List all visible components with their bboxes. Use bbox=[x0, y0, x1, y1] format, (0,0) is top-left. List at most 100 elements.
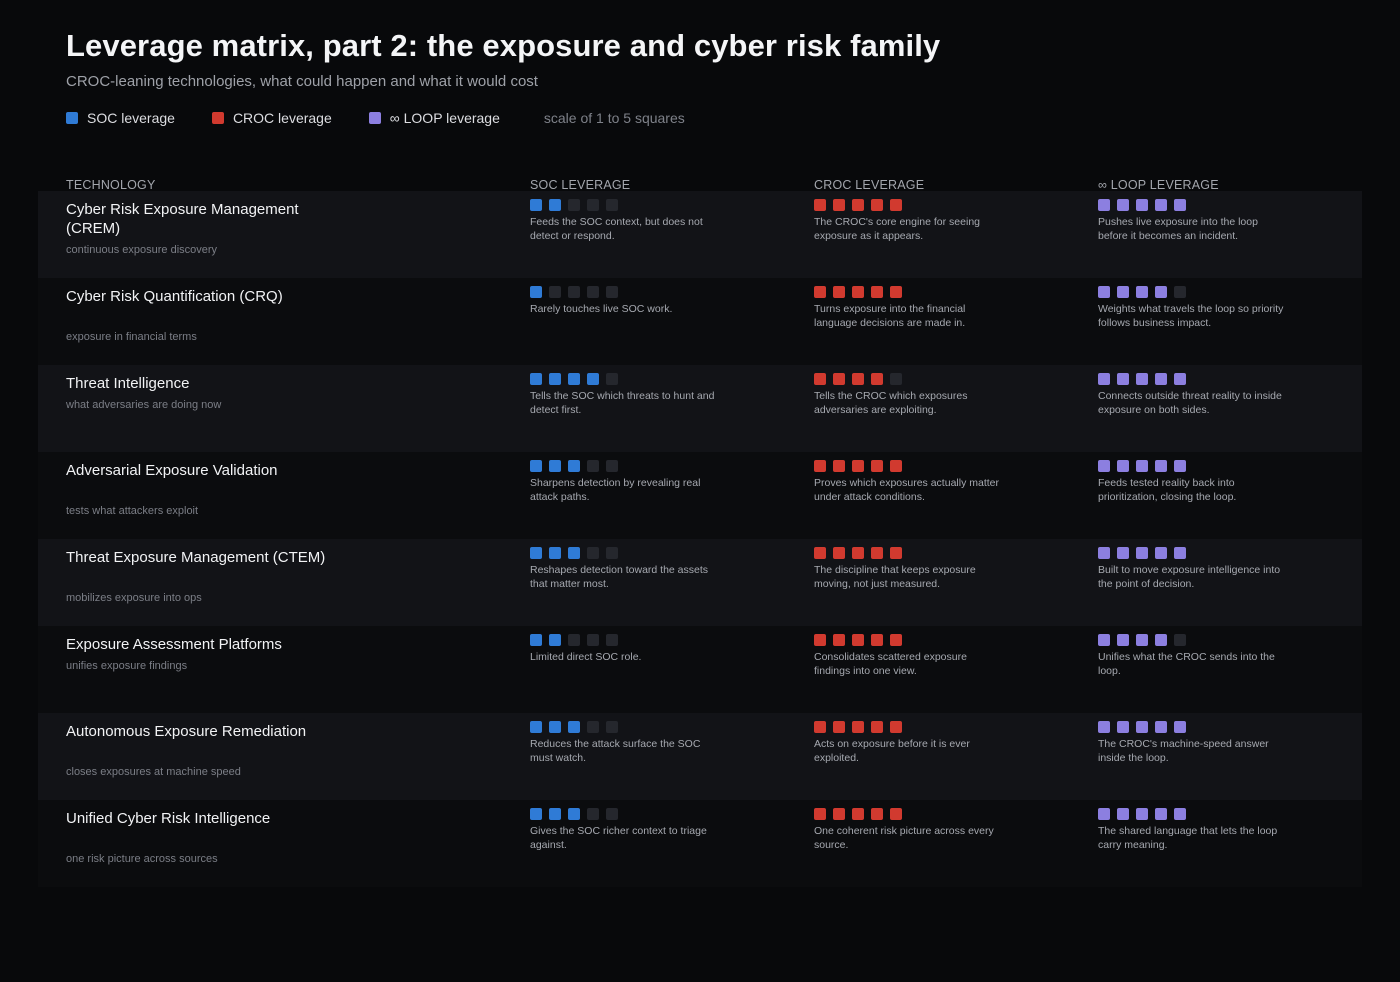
loop-square-filled bbox=[1098, 634, 1110, 646]
loop-square-filled bbox=[1117, 373, 1129, 385]
loop-square-filled bbox=[1136, 808, 1148, 820]
soc-square-filled bbox=[530, 634, 542, 646]
legend-label-croc: CROC leverage bbox=[232, 110, 332, 126]
croc-square-filled bbox=[833, 808, 845, 820]
croc-leverage-note: Proves which exposures actually matter u… bbox=[814, 477, 999, 503]
croc-square-filled bbox=[890, 721, 902, 733]
soc-leverage-rating bbox=[530, 373, 720, 385]
soc-leverage-rating bbox=[530, 721, 720, 733]
croc-square-filled bbox=[852, 373, 864, 385]
soc-leverage-note: Tells the SOC which threats to hunt and … bbox=[530, 390, 715, 416]
soc-square-filled bbox=[530, 373, 542, 385]
soc-square-filled bbox=[530, 721, 542, 733]
technology-name: Threat Exposure Management (CTEM) bbox=[66, 549, 326, 566]
soc-square-filled bbox=[530, 199, 542, 211]
loop-leverage-note: Weights what travels the loop so priorit… bbox=[1098, 303, 1284, 329]
loop-square-filled bbox=[1174, 808, 1186, 820]
soc-leverage-cell: Gives the SOC richer context to triage a… bbox=[530, 808, 720, 852]
soc-square-filled bbox=[530, 547, 542, 559]
loop-square-filled bbox=[1174, 199, 1186, 211]
croc-leverage-cell: Consolidates scattered exposure findings… bbox=[814, 634, 1004, 678]
loop-square-filled bbox=[1155, 286, 1167, 298]
loop-square-filled bbox=[1155, 547, 1167, 559]
loop-leverage-cell: Built to move exposure intelligence into… bbox=[1098, 547, 1288, 591]
croc-square-filled bbox=[871, 547, 883, 559]
croc-square-filled bbox=[871, 808, 883, 820]
croc-square-filled bbox=[852, 808, 864, 820]
croc-leverage-note: Consolidates scattered exposure findings… bbox=[814, 651, 967, 677]
soc-square-filled bbox=[549, 373, 561, 385]
soc-square-empty bbox=[587, 460, 599, 472]
technology-subtitle: what adversaries are doing now bbox=[66, 399, 222, 411]
loop-leverage-cell: Feeds tested reality back into prioritiz… bbox=[1098, 460, 1288, 504]
croc-square-filled bbox=[814, 373, 826, 385]
soc-square-filled bbox=[530, 808, 542, 820]
croc-square-filled bbox=[852, 634, 864, 646]
croc-leverage-rating bbox=[814, 286, 1004, 298]
loop-square-filled bbox=[1136, 286, 1148, 298]
soc-square-empty bbox=[549, 286, 561, 298]
loop-leverage-rating bbox=[1098, 373, 1288, 385]
soc-leverage-cell: Reshapes detection toward the assets tha… bbox=[530, 547, 720, 591]
loop-square-filled bbox=[1155, 460, 1167, 472]
soc-leverage-note: Sharpens detection by revealing real att… bbox=[530, 477, 701, 503]
loop-leverage-cell: Pushes live exposure into the loop befor… bbox=[1098, 199, 1288, 243]
soc-square-filled bbox=[549, 808, 561, 820]
croc-leverage-note: Acts on exposure before it is ever explo… bbox=[814, 738, 970, 764]
soc-square-filled bbox=[568, 373, 580, 385]
croc-leverage-cell: Proves which exposures actually matter u… bbox=[814, 460, 1004, 504]
soc-leverage-rating bbox=[530, 808, 720, 820]
soc-square-filled bbox=[587, 373, 599, 385]
legend-item-loop: ∞ LOOP leverage bbox=[368, 110, 500, 126]
technology-name: Exposure Assessment Platforms bbox=[66, 636, 282, 653]
soc-square-filled bbox=[549, 721, 561, 733]
table-row: Adversarial Exposure Validation tests wha… bbox=[38, 452, 1362, 539]
loop-leverage-rating bbox=[1098, 547, 1288, 559]
loop-square-filled bbox=[1155, 634, 1167, 646]
croc-square-filled bbox=[871, 460, 883, 472]
croc-square-filled bbox=[852, 547, 864, 559]
croc-square-filled bbox=[833, 199, 845, 211]
soc-square-empty bbox=[606, 286, 618, 298]
soc-leverage-note: Gives the SOC richer context to triage a… bbox=[530, 825, 707, 851]
croc-square-filled bbox=[871, 373, 883, 385]
technology-name: Threat Intelligence bbox=[66, 375, 190, 392]
loop-square-filled bbox=[1174, 460, 1186, 472]
croc-square-filled bbox=[833, 460, 845, 472]
legend-label-soc: SOC leverage bbox=[87, 110, 175, 126]
croc-leverage-note: The discipline that keeps exposure movin… bbox=[814, 564, 976, 590]
loop-square-filled bbox=[1136, 547, 1148, 559]
croc-square-filled bbox=[890, 199, 902, 211]
soc-leverage-rating bbox=[530, 460, 720, 472]
column-header-croc: CROC LEVERAGE bbox=[814, 178, 925, 192]
croc-leverage-rating bbox=[814, 721, 1004, 733]
soc-leverage-cell: Limited direct SOC role. bbox=[530, 634, 720, 664]
soc-leverage-cell: Rarely touches live SOC work. bbox=[530, 286, 720, 316]
soc-leverage-note: Feeds the SOC context, but does not dete… bbox=[530, 216, 703, 242]
technology-subtitle: mobilizes exposure into ops bbox=[66, 592, 202, 604]
soc-leverage-note: Limited direct SOC role. bbox=[530, 651, 642, 663]
loop-leverage-note: Unifies what the CROC sends into the loo… bbox=[1098, 651, 1275, 677]
croc-square-filled bbox=[814, 721, 826, 733]
soc-square-empty bbox=[587, 547, 599, 559]
croc-square-filled bbox=[814, 286, 826, 298]
loop-square-filled bbox=[1098, 199, 1110, 211]
croc-square-filled bbox=[852, 286, 864, 298]
croc-leverage-note: The CROC's core engine for seeing exposu… bbox=[814, 216, 981, 242]
croc-square-filled bbox=[814, 634, 826, 646]
croc-leverage-note: One coherent risk picture across every s… bbox=[814, 825, 994, 851]
loop-leverage-note: Pushes live exposure into the loop befor… bbox=[1098, 216, 1258, 242]
croc-leverage-cell: The discipline that keeps exposure movin… bbox=[814, 547, 1004, 591]
legend: SOC leverage CROC leverage ∞ LOOP levera… bbox=[66, 109, 685, 127]
croc-leverage-cell: Turns exposure into the financial langua… bbox=[814, 286, 1004, 330]
soc-leverage-rating bbox=[530, 286, 720, 298]
soc-leverage-rating bbox=[530, 634, 720, 646]
soc-square-empty bbox=[587, 721, 599, 733]
soc-square-filled bbox=[530, 286, 542, 298]
croc-leverage-cell: Acts on exposure before it is ever explo… bbox=[814, 721, 1004, 765]
croc-leverage-note: Turns exposure into the financial langua… bbox=[814, 303, 966, 329]
technology-subtitle: exposure in financial terms bbox=[66, 331, 197, 343]
loop-leverage-note: Feeds tested reality back into prioritiz… bbox=[1098, 477, 1237, 503]
soc-square-empty bbox=[587, 634, 599, 646]
soc-square-empty bbox=[606, 460, 618, 472]
